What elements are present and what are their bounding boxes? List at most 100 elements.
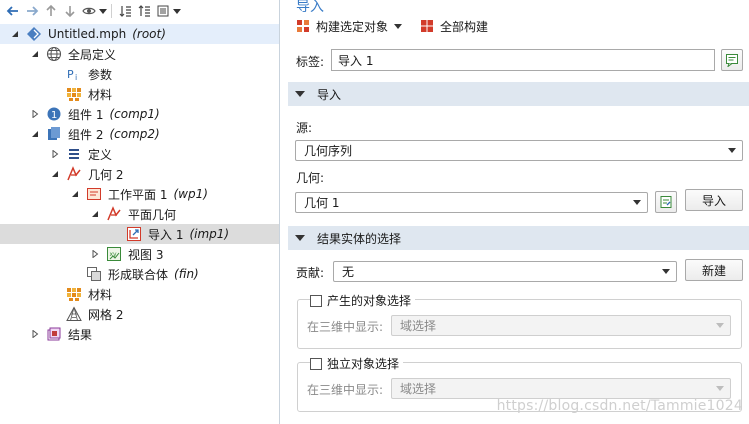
expanded-icon[interactable] xyxy=(90,209,100,219)
contribute-caption: 贡献: xyxy=(296,266,325,280)
tree-toolbar xyxy=(0,0,279,22)
tree-node-view-3[interactable]: xy 视图 3 xyxy=(0,244,279,264)
tree-node-global-definitions[interactable]: 全局定义 xyxy=(0,44,279,64)
section-resulting-entities[interactable]: 结果实体的选择 xyxy=(288,226,749,250)
build-all-button[interactable]: 全部构建 xyxy=(440,18,488,35)
show-in-3d-caption: 在三维中显示: xyxy=(307,320,384,334)
tree-node-form-union[interactable]: 形成联合体 (fin) xyxy=(0,264,279,284)
chevron-down-icon xyxy=(295,91,305,97)
label-caption: 标签: xyxy=(296,55,325,69)
expanded-icon[interactable] xyxy=(70,189,80,199)
collapsed-icon[interactable] xyxy=(50,149,60,159)
geometry-icon xyxy=(106,206,122,222)
expanded-icon[interactable] xyxy=(10,29,20,39)
svg-text:P: P xyxy=(67,68,74,81)
label-field[interactable]: 导入 1 xyxy=(331,49,715,71)
dropdown-icon[interactable] xyxy=(173,2,181,20)
watermark: https://blog.csdn.net/Tammie1024 xyxy=(496,398,743,414)
tree-label: 组件 2 xyxy=(68,127,104,142)
checkbox-box[interactable] xyxy=(310,294,322,307)
model-builder-pane: Untitled.mph (root) 全局定义 Pi 参数 材料 1 组件 1… xyxy=(0,0,280,424)
import-button[interactable]: 导入 xyxy=(685,189,743,211)
tree-node-work-plane-1[interactable]: 工作平面 1 (wp1) xyxy=(0,184,279,204)
show-in-3d-select[interactable]: 域选择 xyxy=(391,315,731,336)
tree-node-import-1[interactable]: 导入 1 (imp1) xyxy=(0,224,279,244)
tree-tag: (imp1) xyxy=(189,227,230,241)
materials-icon xyxy=(66,286,82,302)
pi-icon: Pi xyxy=(66,66,82,82)
results-icon xyxy=(46,326,62,342)
tree-node-definitions[interactable]: 定义 xyxy=(0,144,279,164)
show-in-3d-caption: 在三维中显示: xyxy=(307,383,384,397)
chevron-down-icon[interactable] xyxy=(394,19,403,33)
tree-node-root[interactable]: Untitled.mph (root) xyxy=(0,24,279,44)
tree-tag: (comp2) xyxy=(109,127,160,141)
expanded-icon[interactable] xyxy=(50,169,60,179)
settings-title: 导入 xyxy=(296,0,324,15)
list-icon[interactable] xyxy=(154,2,172,20)
collapsed-icon[interactable] xyxy=(30,109,40,119)
individual-objects-checkbox[interactable]: 独立对象选择 xyxy=(310,355,404,372)
tree-label: 材料 xyxy=(88,287,113,302)
build-selected-button[interactable]: 构建选定对象 xyxy=(316,18,388,35)
tree-label: 组件 1 xyxy=(68,107,104,122)
tree-node-geometry-2[interactable]: 几何 2 xyxy=(0,164,279,184)
settings-toolbar: 构建选定对象 全部构建 xyxy=(296,16,488,36)
expanded-icon[interactable] xyxy=(30,49,40,59)
chevron-down-icon xyxy=(716,386,724,391)
collapsed-icon[interactable] xyxy=(90,249,100,259)
tree-label: 参数 xyxy=(88,67,113,82)
expanded-icon[interactable] xyxy=(30,129,40,139)
section-title: 导入 xyxy=(317,87,342,102)
model-tree: Untitled.mph (root) 全局定义 Pi 参数 材料 1 组件 1… xyxy=(0,24,279,344)
build-selected-icon[interactable] xyxy=(296,19,310,33)
geometry-caption: 几何: xyxy=(296,171,325,185)
comment-icon xyxy=(726,54,738,67)
label-comment-button[interactable] xyxy=(721,49,743,71)
show-in-3d-select[interactable]: 域选择 xyxy=(391,378,731,399)
section-import[interactable]: 导入 xyxy=(288,82,749,106)
forward-arrow-icon[interactable] xyxy=(23,2,41,20)
contribute-select-value: 无 xyxy=(342,265,355,279)
tree-tag: (comp1) xyxy=(109,107,160,121)
source-select-value: 几何序列 xyxy=(304,144,353,158)
up-arrow-icon[interactable] xyxy=(42,2,60,20)
tree-node-mesh-2[interactable]: 网格 2 xyxy=(0,304,279,324)
tree-label: 网格 2 xyxy=(88,307,124,322)
checkbox-box[interactable] xyxy=(310,357,322,370)
toolbar-divider xyxy=(111,4,112,18)
svg-text:1: 1 xyxy=(51,110,57,121)
down-arrow-icon[interactable] xyxy=(61,2,79,20)
resulting-objects-checkbox[interactable]: 产生的对象选择 xyxy=(310,292,416,309)
tree-label: 几何 2 xyxy=(88,167,124,182)
dropdown-icon[interactable] xyxy=(99,2,107,20)
geometry-select[interactable]: 几何 1 xyxy=(295,192,648,213)
tree-node-plane-geometry[interactable]: 平面几何 xyxy=(0,204,279,224)
tree-node-materials[interactable]: 材料 xyxy=(0,284,279,304)
tree-tag: (wp1) xyxy=(173,187,208,201)
tree-label: 工作平面 1 xyxy=(108,187,168,202)
go-to-source-button[interactable] xyxy=(655,191,677,213)
tree-node-parameters[interactable]: Pi 参数 xyxy=(0,64,279,84)
tree-node-component-1[interactable]: 1 组件 1 (comp1) xyxy=(0,104,279,124)
section-title: 结果实体的选择 xyxy=(317,231,402,246)
new-button[interactable]: 新建 xyxy=(685,259,743,281)
go-to-source-icon xyxy=(660,196,672,208)
definitions-icon xyxy=(66,146,82,162)
globe-icon xyxy=(46,46,62,62)
tree-node-results[interactable]: 结果 xyxy=(0,324,279,344)
form-union-icon xyxy=(86,266,102,282)
back-arrow-icon[interactable] xyxy=(4,2,22,20)
collapse-icon[interactable] xyxy=(116,2,134,20)
build-all-icon[interactable] xyxy=(420,19,434,33)
tree-node-materials-global[interactable]: 材料 xyxy=(0,84,279,104)
expand-icon[interactable] xyxy=(135,2,153,20)
show-in-3d-value: 域选择 xyxy=(400,382,437,396)
eye-icon[interactable] xyxy=(80,2,98,20)
collapsed-icon[interactable] xyxy=(30,329,40,339)
tree-node-component-2[interactable]: 组件 2 (comp2) xyxy=(0,124,279,144)
source-select[interactable]: 几何序列 xyxy=(295,140,743,161)
settings-pane: 导入 构建选定对象 全部构建 标签: 导入 1 导入 源: 几何序列 几何: 几… xyxy=(288,0,749,424)
contribute-select[interactable]: 无 xyxy=(333,261,677,282)
geometry-select-value: 几何 1 xyxy=(304,196,340,210)
